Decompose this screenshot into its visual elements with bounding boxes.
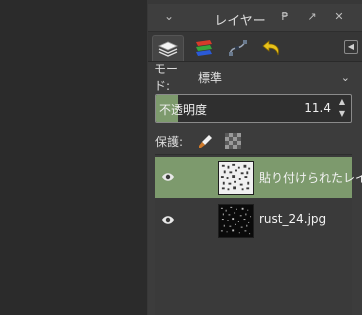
undo-icon: [262, 40, 279, 56]
dock-tabs: ◀: [148, 32, 362, 62]
close-icon[interactable]: ✕: [332, 10, 346, 24]
tab-menu-icon[interactable]: ◀: [344, 40, 358, 54]
lock-row: 保護:: [155, 131, 355, 151]
lock-label: 保護:: [155, 134, 184, 149]
undo-history-tab[interactable]: [256, 35, 288, 61]
opacity-value: 11.4: [304, 101, 331, 115]
chevron-down-icon: ⌄: [340, 70, 350, 84]
mode-select[interactable]: 標準 ⌄: [194, 66, 354, 88]
detach-icon[interactable]: ↗: [305, 10, 319, 24]
dock-title: レイヤー: [214, 14, 266, 29]
pin-icon[interactable]: ₱: [278, 10, 292, 24]
dock-titlebar[interactable]: ⌄ レイヤー ₱ ↗ ✕: [148, 4, 362, 32]
eye-icon[interactable]: [161, 215, 175, 225]
layer-thumbnail[interactable]: [218, 161, 254, 195]
channels-tab[interactable]: [188, 35, 220, 61]
color-channels-icon: [196, 40, 212, 56]
paths-icon: [229, 40, 247, 56]
layers-stack-icon: [158, 41, 178, 57]
layer-row[interactable]: rust_24.jpg: [155, 200, 352, 241]
mode-value: 標準: [198, 70, 223, 85]
layer-name[interactable]: 貼り付けられたレイ: [259, 169, 362, 186]
alpha-lock-icon[interactable]: [224, 132, 242, 150]
eye-icon[interactable]: [161, 172, 175, 182]
chevron-up-icon[interactable]: ▲: [336, 96, 348, 108]
layer-row[interactable]: 貼り付けられたレイ: [155, 157, 362, 198]
chevron-down-icon[interactable]: ▼: [336, 108, 348, 120]
mode-label: モード:: [154, 62, 179, 93]
opacity-spinscale[interactable]: 不透明度 11.4 ▲ ▼: [155, 94, 352, 123]
chevron-down-icon[interactable]: ⌄: [162, 9, 176, 23]
mode-row: モード: 標準 ⌄: [154, 62, 354, 93]
layer-name[interactable]: rust_24.jpg: [259, 212, 326, 226]
paintbrush-lock-icon[interactable]: [197, 132, 215, 150]
layers-list[interactable]: 貼り付けられたレイ rust_24.jpg: [155, 154, 362, 315]
layers-tab[interactable]: [152, 35, 184, 61]
paths-tab[interactable]: [222, 35, 254, 61]
opacity-label: 不透明度: [159, 103, 208, 117]
layer-thumbnail[interactable]: [218, 204, 254, 238]
opacity-stepper[interactable]: ▲ ▼: [336, 96, 348, 120]
